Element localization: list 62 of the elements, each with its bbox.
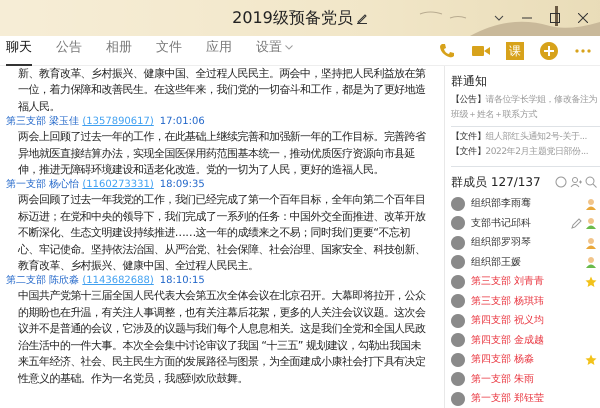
- avatar-circle: [451, 216, 465, 230]
- account-link[interactable]: (1143682688): [82, 275, 154, 286]
- section-title: 群成员 127/137: [451, 174, 541, 191]
- avatar-circle: [451, 236, 465, 250]
- close-icon[interactable]: [578, 13, 588, 23]
- avatar-circle: [451, 196, 465, 211]
- sender-name[interactable]: 第一支部 杨心怡: [6, 179, 82, 190]
- message-time: 18:10:15: [160, 275, 205, 286]
- member-name[interactable]: 支部书记邱科: [471, 216, 531, 231]
- notice-item[interactable]: 【公告】请各位学长学姐，修改备注为班级＋姓名＋联系方式: [451, 93, 600, 127]
- member-name[interactable]: 组织部王媛: [471, 254, 521, 270]
- avatar-circle: [451, 255, 465, 270]
- avatar-circle: [451, 333, 465, 348]
- tab[interactable]: 设置: [256, 36, 293, 66]
- sender-name[interactable]: 第二支部 陈欣淼: [6, 275, 82, 286]
- star-icon: [585, 354, 597, 366]
- add-icon[interactable]: [538, 40, 560, 62]
- member-name[interactable]: 第三支部 杨琪玮: [471, 294, 544, 309]
- avatar-circle: [451, 352, 465, 367]
- member-name[interactable]: 组织部罗羽琴: [471, 235, 531, 250]
- member-name[interactable]: 组织部李雨骞: [471, 196, 531, 212]
- message-text: 中国共产党第十三届全国人民代表大会第五次全体会议在北京召开。大幕即将拉开，公众的期盼也在升温，有关注人事调整，也有关注幕后花絮，更多的人关注会议议题。这次会议并不是普通的会议，它涉及的议题与我们每个人息息相关。这是我们全党和全国人民政治生活中的一件大事。本次全会集中讨论审议了我国 “十三五” 规划建议，勾勒出我国未来五年经济、社会、民主民生方面的发展路径与图景，为全面建成小康社会打下具有决定性意义的基础。作为一名党员，我感到欢欣鼓舞。: [16, 288, 427, 386]
- message-time: 17:01:06: [160, 116, 205, 128]
- notice-item[interactable]: 【文件】组人部红头通知2号-关于...: [451, 130, 600, 145]
- person-icon: [585, 236, 597, 249]
- minimize-icon[interactable]: [522, 17, 532, 19]
- section-title: 群通知: [451, 73, 488, 90]
- avatar-circle: [451, 294, 465, 308]
- member-name[interactable]: 第一支部 朱雨: [471, 372, 534, 387]
- message-text: 新、教育改革、乡村振兴、健康中国、全过程人民民主。两会中，坚持把人民利益放在第一位，着力保障和改善民生。在这些年来，我们党的一切奋斗和工作，都是为了更好地造福人民。: [17, 66, 427, 115]
- maximize-icon[interactable]: [550, 13, 560, 23]
- chevron-down-icon[interactable]: [494, 15, 504, 21]
- notice-item[interactable]: 【文件】2022年2月主题党日部份...: [451, 145, 600, 160]
- add-person-icon[interactable]: [570, 176, 582, 188]
- member-name[interactable]: 第四支部 金成越: [471, 332, 544, 348]
- sender-name[interactable]: 第三支部 梁玉佳: [6, 116, 82, 128]
- pencil-icon[interactable]: [356, 12, 368, 24]
- member-name[interactable]: 第四支部 杨淼: [471, 352, 534, 368]
- tab[interactable]: 文件: [156, 36, 182, 66]
- tab[interactable]: 公告: [56, 36, 82, 66]
- avatar-circle: [451, 372, 465, 386]
- member-name[interactable]: 第三支部 刘青青: [471, 274, 544, 290]
- person-icon: [585, 256, 597, 268]
- message-text: 两会上回顾了过去一年的工作，在此基础上继续完善和加强新一年的工作目标。完善跨省异地就医直接结算办法，实现全国医保用药范围基本统一，推动优质医疗资源向市县延伸，推进无障碍环境建设和适老化改造。党的一切为了人民，更好的造福人民。: [17, 129, 427, 178]
- tab[interactable]: 应用: [206, 36, 232, 66]
- tab[interactable]: 聊天: [6, 36, 32, 66]
- account-link[interactable]: (1357890617): [82, 116, 154, 128]
- tab[interactable]: 相册: [106, 36, 132, 66]
- window-title: 2019级预备党员: [232, 7, 353, 29]
- star-icon: [585, 276, 597, 288]
- search-icon[interactable]: [585, 176, 597, 188]
- avatar-circle: [451, 274, 465, 289]
- account-link[interactable]: (1160273331): [82, 179, 154, 190]
- avatar-circle: [451, 392, 465, 406]
- lesson-button[interactable]: 课: [504, 40, 526, 62]
- member-name[interactable]: 第四支部 祝义均: [471, 313, 544, 328]
- member-name[interactable]: 第一支部 郑钰莹: [471, 391, 544, 406]
- message-time: 18:09:35: [160, 179, 205, 190]
- message-text: 两会回顾了过去一年我党的工作，我们已经完成了第一个百年目标，全年向第二个百年目标迈进；在党和中央的领导下，我们完成了一系列的任务：中国外交全面推进、改革开放不断深化、生态文明建设持续推进……这一年的成绩来之不易；同时我们更要“不忘初心、牢记使命。坚持依法治国、从严治党、社会保障、社会治理、国家安全、科技创新、教育改革、乡村振兴、健康中国、全过程人民民主。: [16, 192, 427, 274]
- person-icon: [585, 217, 597, 230]
- avatar-circle: [451, 314, 465, 328]
- person-icon: [585, 198, 597, 210]
